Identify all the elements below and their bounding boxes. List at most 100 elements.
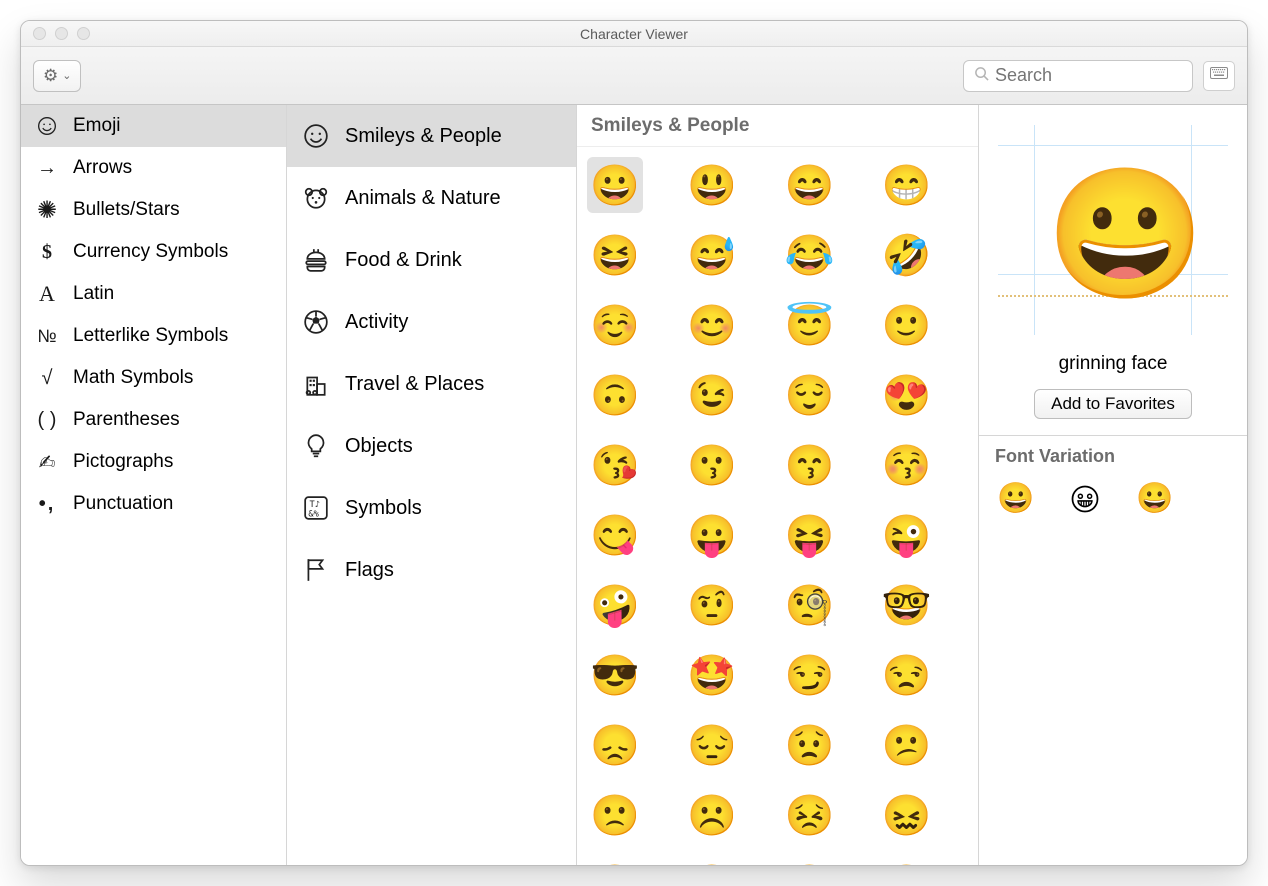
category-item-arrows[interactable]: → Arrows	[21, 147, 286, 189]
character-cell[interactable]: 😚	[879, 437, 935, 493]
character-cell[interactable]: 😃	[684, 157, 740, 213]
character-cell[interactable]: 😘	[587, 437, 643, 493]
subcategory-label: Objects	[345, 435, 413, 458]
character-viewer-window: Character Viewer ⚙︎ ⌄ Emoji →	[20, 20, 1248, 866]
keyboard-viewer-button[interactable]	[1203, 61, 1235, 91]
character-cell[interactable]: 😀	[587, 157, 643, 213]
character-cell[interactable]: 🙃	[587, 367, 643, 423]
add-to-favorites-button[interactable]: Add to Favorites	[1034, 389, 1192, 419]
character-cell[interactable]: 🙁	[587, 787, 643, 843]
subcategory-label: Symbols	[345, 497, 422, 520]
character-cell[interactable]: 😅	[684, 227, 740, 283]
character-cell[interactable]: 😗	[684, 437, 740, 493]
category-label: Latin	[73, 283, 114, 305]
character-cell[interactable]: 😋	[587, 507, 643, 563]
font-variation-item[interactable]	[1070, 481, 1100, 516]
subcategory-item-activity[interactable]: Activity	[287, 291, 576, 353]
subcategory-item-travel[interactable]: Travel & Places	[287, 353, 576, 415]
character-cell[interactable]: 😏	[782, 647, 838, 703]
character-cell[interactable]: 🤣	[879, 227, 935, 283]
asterisk-icon: ✺	[35, 196, 59, 225]
character-cell[interactable]: 😝	[782, 507, 838, 563]
category-label: Emoji	[73, 115, 121, 137]
category-label: Pictographs	[73, 451, 173, 473]
category-item-bullets[interactable]: ✺ Bullets/Stars	[21, 189, 286, 231]
subcategory-list: Smileys & People Animals & Nature Food &…	[287, 105, 577, 865]
character-cell[interactable]: 😎	[587, 647, 643, 703]
detail-panel: 😀 grinning face Add to Favorites Font Va…	[979, 105, 1247, 865]
character-cell[interactable]: 😍	[879, 367, 935, 423]
bulb-icon	[301, 433, 331, 459]
character-cell[interactable]: 😙	[782, 437, 838, 493]
subcategory-item-smileys[interactable]: Smileys & People	[287, 105, 576, 167]
category-item-parentheses[interactable]: ( ) Parentheses	[21, 399, 286, 441]
toolbar: ⚙︎ ⌄	[21, 47, 1247, 105]
category-item-letterlike[interactable]: № Letterlike Symbols	[21, 315, 286, 357]
dollar-icon: $	[35, 241, 59, 264]
character-cell[interactable]: 😄	[782, 157, 838, 213]
character-cell[interactable]: 🤨	[684, 577, 740, 633]
category-item-emoji[interactable]: Emoji	[21, 105, 286, 147]
character-cell[interactable]: 😫	[587, 857, 643, 865]
character-cell[interactable]: 😩	[684, 857, 740, 865]
subcategory-item-symbols[interactable]: T♪&% Symbols	[287, 477, 576, 539]
character-cell[interactable]: 😢	[879, 857, 935, 865]
character-cell[interactable]: 😒	[879, 647, 935, 703]
close-window-button[interactable]	[33, 27, 46, 40]
character-cell[interactable]: 😞	[587, 717, 643, 773]
character-preview: 😀	[998, 125, 1228, 335]
subcategory-label: Animals & Nature	[345, 187, 501, 210]
character-cell[interactable]: 😟	[782, 717, 838, 773]
subcategory-item-flags[interactable]: Flags	[287, 539, 576, 601]
character-cell[interactable]: ☺️	[587, 297, 643, 353]
character-cell[interactable]: 🧐	[782, 577, 838, 633]
category-item-pictographs[interactable]: ✍︎ Pictographs	[21, 441, 286, 483]
character-cell[interactable]: 😜	[879, 507, 935, 563]
character-cell[interactable]: 😇	[782, 297, 838, 353]
character-cell[interactable]: 🙂	[879, 297, 935, 353]
character-cell[interactable]: 😂	[782, 227, 838, 283]
character-cell[interactable]: 🤓	[879, 577, 935, 633]
font-variation-item[interactable]: 😀	[1136, 481, 1173, 516]
character-cell[interactable]: 😁	[879, 157, 935, 213]
subcategory-label: Activity	[345, 311, 408, 334]
svg-text:&%: &%	[308, 510, 319, 520]
keyboard-icon	[1210, 67, 1228, 84]
subcategory-item-objects[interactable]: Objects	[287, 415, 576, 477]
character-cell[interactable]: 😊	[684, 297, 740, 353]
character-cell[interactable]: 😉	[684, 367, 740, 423]
category-item-punctuation[interactable]: •, Punctuation	[21, 483, 286, 525]
character-cell[interactable]: 😣	[782, 787, 838, 843]
category-label: Punctuation	[73, 493, 173, 515]
subcategory-label: Flags	[345, 559, 394, 582]
character-cell[interactable]: 😆	[587, 227, 643, 283]
zoom-window-button[interactable]	[77, 27, 90, 40]
character-cell[interactable]: 🤪	[587, 577, 643, 633]
titlebar: Character Viewer	[21, 21, 1247, 47]
character-cell[interactable]: ☹️	[684, 787, 740, 843]
search-field[interactable]	[963, 60, 1193, 92]
category-item-latin[interactable]: A Latin	[21, 273, 286, 315]
bear-icon	[301, 185, 331, 211]
svg-text:T♪: T♪	[310, 500, 320, 510]
category-item-currency[interactable]: $ Currency Symbols	[21, 231, 286, 273]
smiley-icon	[301, 123, 331, 149]
category-item-math[interactable]: √ Math Symbols	[21, 357, 286, 399]
character-cell[interactable]: 🥺	[782, 857, 838, 865]
flag-icon	[301, 557, 331, 583]
search-input[interactable]	[995, 65, 1227, 86]
subcategory-label: Food & Drink	[345, 249, 462, 272]
font-variation-item[interactable]: 😀	[997, 481, 1034, 516]
character-cell[interactable]: 😛	[684, 507, 740, 563]
character-cell[interactable]: 😕	[879, 717, 935, 773]
character-cell[interactable]: 🤩	[684, 647, 740, 703]
character-cell[interactable]: 😔	[684, 717, 740, 773]
character-cell[interactable]: 😌	[782, 367, 838, 423]
pictograph-icon: ✍︎	[35, 450, 59, 475]
character-cell[interactable]: 😖	[879, 787, 935, 843]
subcategory-item-food[interactable]: Food & Drink	[287, 229, 576, 291]
action-menu-button[interactable]: ⚙︎ ⌄	[33, 60, 81, 92]
minimize-window-button[interactable]	[55, 27, 68, 40]
punctuation-icon: •,	[35, 493, 59, 516]
subcategory-item-animals[interactable]: Animals & Nature	[287, 167, 576, 229]
